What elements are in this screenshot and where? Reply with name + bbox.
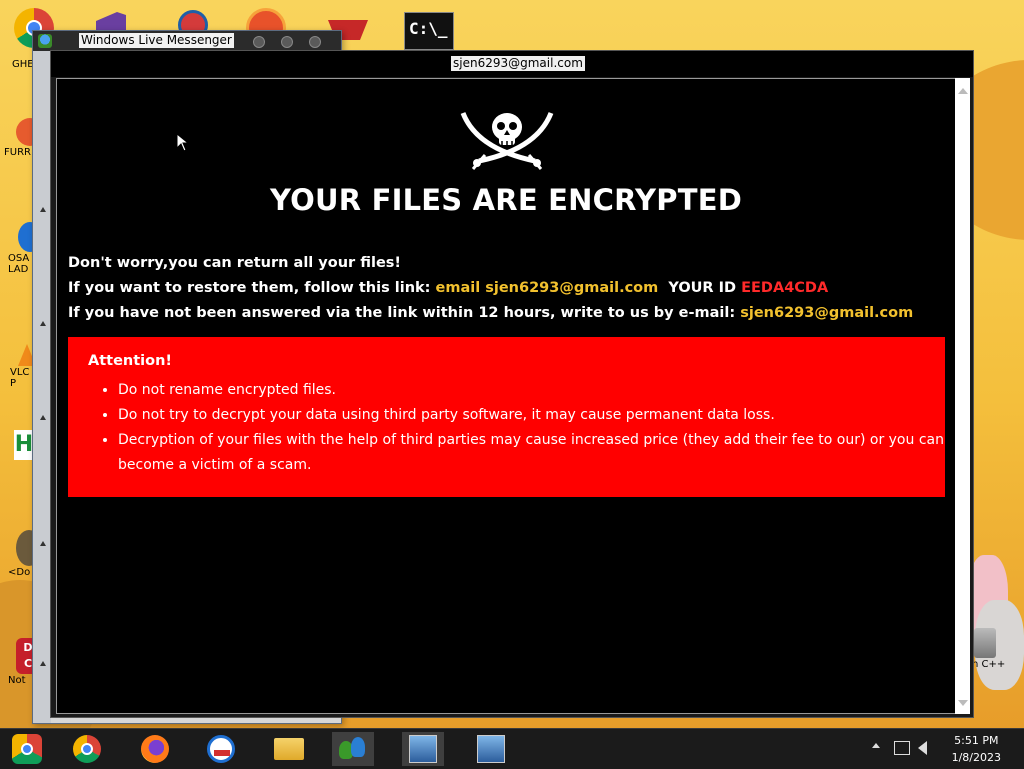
- scroll-down-arrow-icon[interactable]: [958, 700, 968, 706]
- maximize-button[interactable]: [281, 36, 293, 48]
- osa-icon: [207, 735, 235, 763]
- victim-id: EEDA4CDA: [741, 280, 829, 296]
- clock[interactable]: 5:51 PM 1/8/2023: [952, 732, 1001, 766]
- h-icon: H: [14, 430, 34, 460]
- expand-arrow-icon[interactable]: [40, 661, 46, 666]
- line3-prefix: If you have not been answered via the li…: [68, 305, 741, 321]
- volume-icon[interactable]: [918, 741, 927, 755]
- messenger-icon: [339, 737, 367, 761]
- desktop-icon-label: VLC P: [10, 367, 30, 389]
- attention-item: Do not rename encrypted files.: [118, 378, 945, 403]
- contact-email-link[interactable]: sjen6293@gmail.com: [740, 305, 913, 321]
- id-label: YOUR ID: [658, 280, 742, 296]
- message-line-3: If you have not been answered via the li…: [68, 301, 913, 326]
- taskbar-app-button[interactable]: [6, 732, 48, 766]
- chrome-icon: [73, 735, 101, 763]
- taskbar-file-explorer-button[interactable]: [268, 732, 310, 766]
- taskbar-app-button[interactable]: [200, 732, 242, 766]
- recycle-bin-icon: [974, 628, 996, 658]
- attention-box: Attention! Do not rename encrypted files…: [68, 337, 945, 497]
- close-button[interactable]: [309, 36, 321, 48]
- attention-item: Decryption of your files with the help o…: [118, 428, 945, 478]
- show-hidden-icons-icon[interactable]: [872, 743, 880, 748]
- start-app-icon: [12, 734, 42, 764]
- desktop-icon-label: OSA LAD: [8, 253, 30, 275]
- expand-arrow-icon[interactable]: [40, 321, 46, 326]
- minimize-button[interactable]: [253, 36, 265, 48]
- scroll-up-arrow-icon[interactable]: [958, 88, 968, 94]
- taskbar-firefox-button[interactable]: [134, 732, 176, 766]
- desktop-icon-label: n C++: [972, 659, 1006, 670]
- taskbar-app-button[interactable]: [470, 732, 512, 766]
- desktop-icon[interactable]: n C++: [972, 628, 1024, 670]
- headline: YOUR FILES ARE ENCRYPTED: [270, 183, 742, 217]
- attention-list: Do not rename encrypted files. Do not tr…: [88, 378, 945, 478]
- expand-arrow-icon[interactable]: [40, 541, 46, 546]
- ransom-content: YOUR FILES ARE ENCRYPTED Don't worry,you…: [56, 78, 955, 714]
- taskbar-messenger-button[interactable]: [332, 732, 374, 766]
- messenger-title: Windows Live Messenger: [79, 33, 234, 48]
- taskbar-app-button[interactable]: [402, 732, 444, 766]
- firefox-icon: [141, 735, 169, 763]
- window-title: sjen6293@gmail.com: [451, 56, 585, 71]
- skull-crossed-swords-icon: [460, 112, 554, 170]
- mouse-cursor-icon: [176, 133, 190, 152]
- attention-title: Attention!: [88, 353, 173, 369]
- restore-email-link[interactable]: email sjen6293@gmail.com: [436, 280, 659, 296]
- clock-date: 1/8/2023: [951, 751, 1001, 764]
- message-line-2: If you want to restore them, follow this…: [68, 276, 913, 301]
- expand-arrow-icon[interactable]: [40, 415, 46, 420]
- network-icon[interactable]: [894, 741, 910, 755]
- taskbar: 5:51 PM 1/8/2023: [0, 728, 1024, 769]
- attention-item: Do not try to decrypt your data using th…: [118, 403, 945, 428]
- folder-icon: [274, 738, 304, 760]
- ransom-message: Don't worry,you can return all your file…: [68, 251, 913, 326]
- command-prompt-icon[interactable]: C:\_: [404, 12, 454, 50]
- messenger-icon: [38, 34, 52, 48]
- vertical-scrollbar[interactable]: [955, 78, 970, 714]
- clock-time: 5:51 PM: [954, 734, 999, 747]
- setup-icon: [477, 735, 505, 763]
- messenger-titlebar[interactable]: Windows Live Messenger: [33, 31, 341, 51]
- message-line-1: Don't worry,you can return all your file…: [68, 255, 402, 271]
- expand-arrow-icon[interactable]: [40, 207, 46, 212]
- messenger-sidebar: [33, 51, 51, 723]
- setup-icon: [409, 735, 437, 763]
- taskbar-chrome-button[interactable]: [66, 732, 108, 766]
- line2-prefix: If you want to restore them, follow this…: [68, 280, 436, 296]
- ransom-titlebar[interactable]: sjen6293@gmail.com: [51, 51, 973, 77]
